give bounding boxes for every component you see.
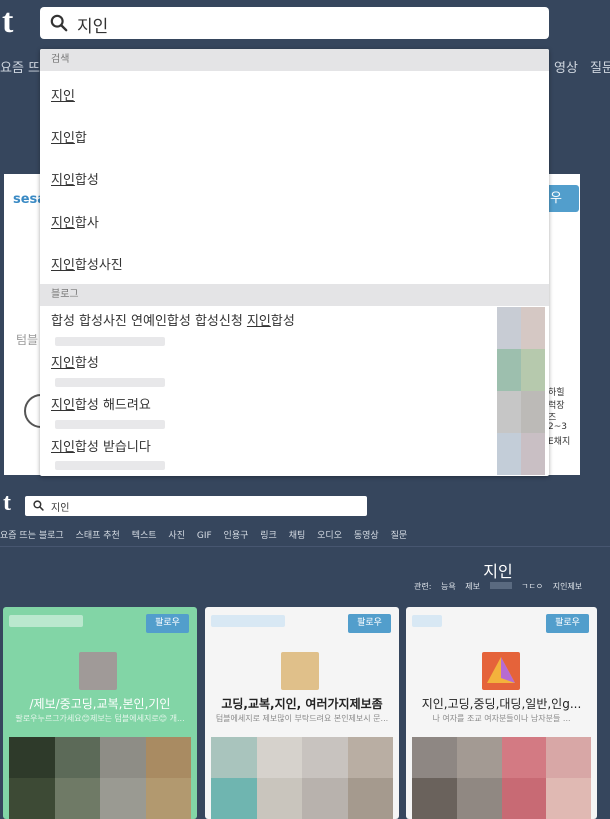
blog-card[interactable]: 팔로우 지인,고딩,중딩,대딩,일반,인g... 나 여자를 조교 여자분들이나… (406, 607, 597, 819)
suggestion-item[interactable]: 지인합성 (51, 169, 99, 188)
nav-links[interactable]: 링크 (260, 531, 277, 541)
avatar (79, 652, 117, 690)
blurred-blog-name (55, 420, 165, 429)
search-title: 지인 (483, 562, 513, 581)
blog-title: /제보/중고딩,교복,본인,기인 (29, 697, 171, 711)
explore-nav: 요즘 뜨는 블로그 스태프 추천 텍스트 사진 GIF 인용구 링크 채팅 오디… (0, 528, 610, 541)
blog-card[interactable]: 팔로우 /제보/중고딩,교복,본인,기인 팔로우누르그가세요😊제보는 텀블에세지… (3, 607, 197, 819)
blurred-blog-name (9, 615, 83, 627)
blog-card[interactable]: 팔로우 고딩,교복,지인, 여러가지제보좀 텀블에세지로 제보많이 부탁드려요 … (205, 607, 399, 819)
tumblr-logo[interactable]: t (2, 5, 13, 39)
follow-button[interactable]: 팔로우 (348, 614, 391, 633)
blurred-blog-name (55, 378, 165, 387)
related-label: 관련: (414, 582, 432, 591)
nav-item-video[interactable]: 영상 (554, 57, 578, 76)
blurred-tag (489, 582, 512, 589)
related-tags: 관련: 능욕 제보 ㄱㄷㅇ 지인제보 (414, 581, 589, 592)
side-text: E채지 (548, 437, 571, 447)
nav-item-question[interactable]: 질문 (590, 57, 610, 76)
blog-title: 고딩,교복,지인, 여러가지제보좀 (221, 697, 383, 711)
suggestion-item[interactable]: 지인 (51, 85, 75, 104)
search-icon (50, 14, 68, 32)
blurred-blog-name (55, 337, 165, 346)
blog-avatars (497, 307, 545, 475)
nav-gif[interactable]: GIF (197, 531, 212, 541)
related-tag[interactable]: ㄱㄷㅇ (521, 582, 543, 591)
side-text: 2~3 (548, 422, 567, 432)
search-icon (33, 500, 44, 511)
nav-item-trending[interactable]: 요즘 뜨 (0, 57, 40, 76)
search-bar[interactable]: 지인 (40, 7, 549, 39)
blurred-blog-name (55, 461, 165, 470)
nav-quotes[interactable]: 인용구 (224, 531, 249, 541)
search-section-header: 검색 (40, 49, 549, 71)
blog-section-header: 블로그 (40, 284, 549, 306)
pyramid-icon (487, 657, 515, 683)
blog-result-item[interactable]: 합성 합성사진 연예인합성 합성신청 지인합성 (51, 310, 295, 329)
blog-result-item[interactable]: 지인합성 받습니다 (51, 436, 151, 455)
nav-video[interactable]: 동영상 (354, 531, 379, 541)
suggestion-item[interactable]: 지인합성사진 (51, 254, 123, 273)
blog-description: 나 여자를 조교 여자분들이나 남자분들 ... (432, 714, 571, 723)
blog-preview-images (412, 737, 591, 819)
blog-side-label: 텀블 (16, 333, 39, 347)
tumblr-logo[interactable]: t (3, 491, 11, 515)
avatar (281, 652, 319, 690)
related-tag[interactable]: 능욕 (441, 582, 456, 591)
search-bar[interactable]: 지인 (25, 496, 367, 516)
nav-staff-picks[interactable]: 스태프 추천 (76, 531, 120, 541)
suggestion-item[interactable]: 지인합 (51, 127, 87, 146)
nav-photos[interactable]: 사진 (168, 531, 185, 541)
related-tag[interactable]: 지인제보 (553, 582, 582, 591)
avatar (482, 652, 520, 690)
search-input[interactable]: 지인 (77, 12, 108, 37)
blog-result-item[interactable]: 지인합성 (51, 352, 99, 371)
nav-chat[interactable]: 채팅 (289, 531, 306, 541)
nav-text[interactable]: 텍스트 (132, 531, 157, 541)
blog-title: 지인,고딩,중딩,대딩,일반,인g... (421, 697, 582, 711)
related-tag[interactable]: 제보 (465, 582, 480, 591)
nav-trending-blogs[interactable]: 요즘 뜨는 블로그 (0, 531, 64, 541)
blog-preview-images (9, 737, 191, 819)
nav-questions[interactable]: 질문 (391, 531, 408, 541)
blog-description: 팔로우누르그가세요😊제보는 텀블에세지로😊 개... (15, 714, 185, 723)
search-dropdown: 검색 지인 지인합 지인합성 지인합사 지인합성사진 블로그 합성 합성사진 연… (40, 49, 549, 476)
blurred-blog-name (211, 615, 285, 627)
nav-audio[interactable]: 오디오 (317, 531, 342, 541)
side-text: 하힐 (548, 388, 565, 398)
blog-description: 텀블에세지로 제보많이 부탁드려요 본인제보시 문... (215, 714, 389, 723)
blog-preview-images (211, 737, 393, 819)
divider (0, 546, 610, 547)
suggestion-item[interactable]: 지인합사 (51, 212, 99, 231)
search-input[interactable]: 지인 (51, 499, 69, 514)
follow-button[interactable]: 팔로우 (546, 614, 589, 633)
blurred-blog-name (412, 615, 442, 627)
blog-result-item[interactable]: 지인합성 해드려요 (51, 394, 151, 413)
follow-button[interactable]: 팔로우 (146, 614, 189, 633)
